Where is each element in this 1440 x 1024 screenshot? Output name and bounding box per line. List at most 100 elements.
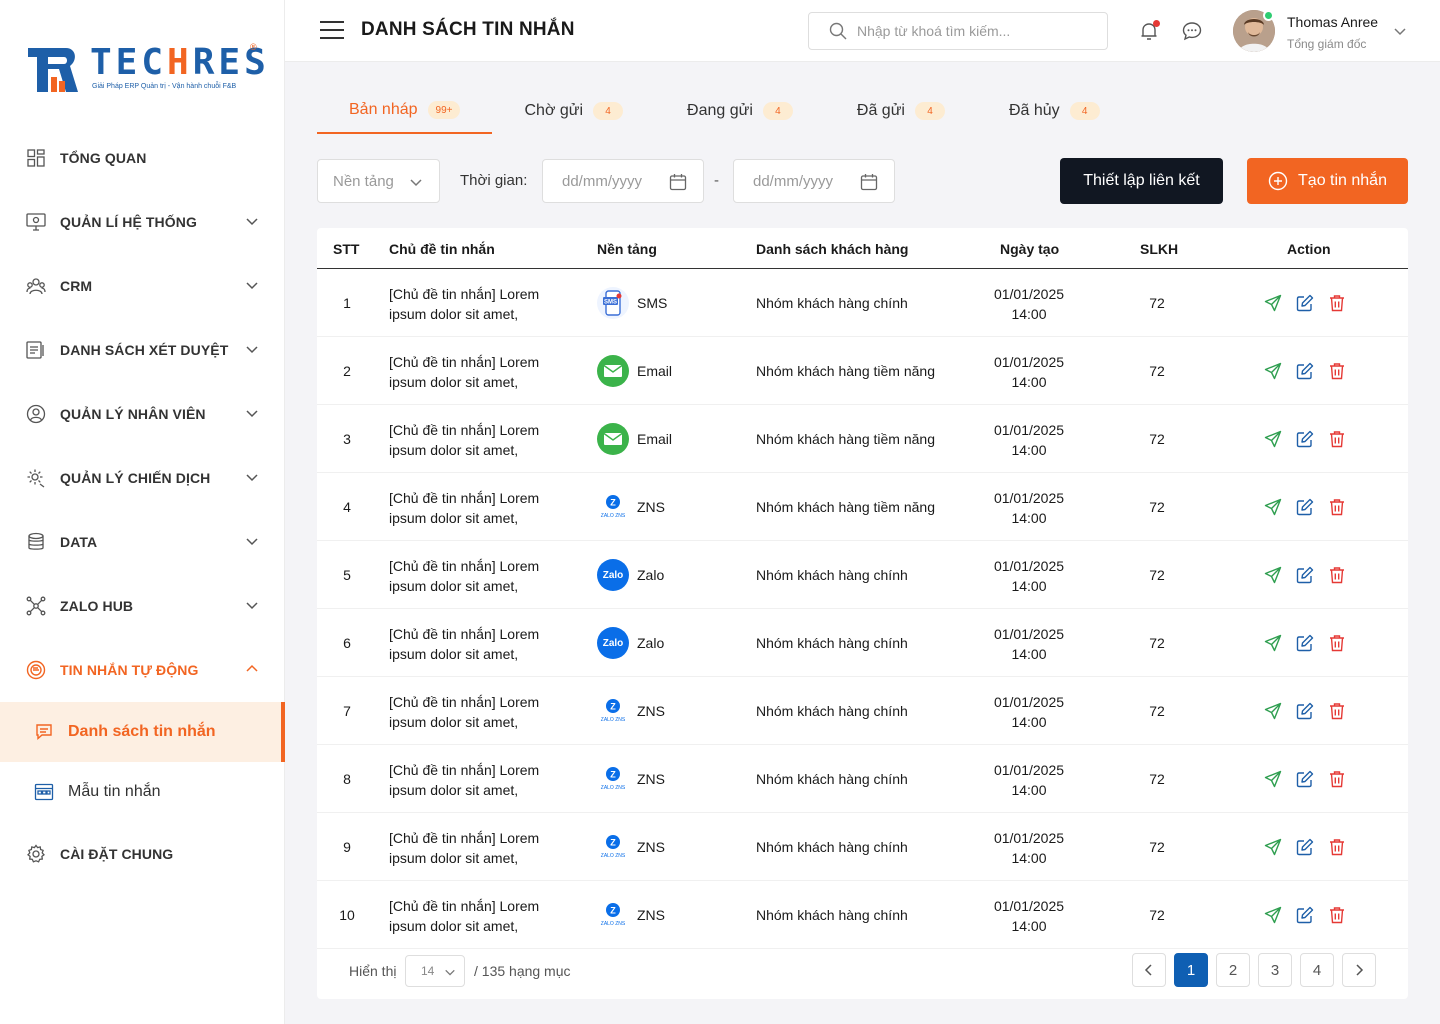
setup-link-button[interactable]: Thiết lập liên kết (1060, 158, 1223, 204)
search-input[interactable] (857, 23, 1087, 39)
date-from-input[interactable] (562, 172, 662, 190)
chevron-down-icon[interactable] (1393, 24, 1407, 38)
search-box[interactable] (808, 12, 1108, 50)
tab-pending[interactable]: Chờ gửi 4 (492, 88, 655, 134)
row-subject: [Chủ đề tin nhắn] Lorem ipsum dolor sit a… (389, 896, 569, 936)
delete-icon[interactable] (1327, 633, 1347, 653)
row-time: 14:00 (1011, 306, 1047, 322)
table-row[interactable]: 6 [Chủ đề tin nhắn] Lorem ipsum dolor sit … (317, 609, 1408, 677)
database-icon (26, 532, 46, 552)
row-date: 01/01/2025 (993, 898, 1065, 914)
delete-icon[interactable] (1327, 293, 1347, 313)
edit-icon[interactable] (1295, 769, 1315, 789)
delete-icon[interactable] (1327, 769, 1347, 789)
row-created-date: 01/01/2025 14:00 (979, 760, 1079, 800)
sidebar-item-overview[interactable]: TỔNG QUAN (0, 126, 285, 190)
tab-sending[interactable]: Đang gửi 4 (655, 88, 825, 134)
send-icon[interactable] (1263, 497, 1283, 517)
edit-icon[interactable] (1295, 293, 1315, 313)
date-to-field[interactable] (733, 159, 895, 203)
row-actions (1263, 361, 1359, 381)
delete-icon[interactable] (1327, 701, 1347, 721)
notification-bell-icon[interactable] (1137, 19, 1161, 43)
sidebar-item-campaign[interactable]: QUẢN LÝ CHIẾN DỊCH (0, 446, 285, 510)
send-icon[interactable] (1263, 293, 1283, 313)
table-row[interactable]: 4 [Chủ đề tin nhắn] Lorem ipsum dolor sit … (317, 473, 1408, 541)
page-size-select[interactable]: 14 (405, 955, 465, 987)
row-slkh: 72 (1149, 839, 1165, 855)
prev-page-button[interactable] (1132, 953, 1166, 987)
tab-draft[interactable]: Bản nháp 99+ (317, 88, 493, 134)
sidebar-subitem-message-template[interactable]: Mẫu tin nhắn (0, 762, 285, 822)
sidebar-item-crm[interactable]: CRM (0, 254, 285, 318)
send-icon[interactable] (1263, 701, 1283, 721)
sidebar-item-employees[interactable]: QUẢN LÝ NHÂN VIÊN (0, 382, 285, 446)
platform-select[interactable]: Nền tảng (317, 159, 440, 203)
row-created-date: 01/01/2025 14:00 (979, 284, 1079, 324)
delete-icon[interactable] (1327, 565, 1347, 585)
delete-icon[interactable] (1327, 837, 1347, 857)
page-button-2[interactable]: 2 (1216, 953, 1250, 987)
page-button-4[interactable]: 4 (1300, 953, 1334, 987)
send-icon[interactable] (1263, 837, 1283, 857)
sidebar-item-system[interactable]: QUẢN LÍ HỆ THỐNG (0, 190, 285, 254)
send-icon[interactable] (1263, 361, 1283, 381)
table-row[interactable]: 3 [Chủ đề tin nhắn] Lorem ipsum dolor sit … (317, 405, 1408, 473)
table-row[interactable]: 10 [Chủ đề tin nhắn] Lorem ipsum dolor sit… (317, 881, 1408, 949)
edit-icon[interactable] (1295, 497, 1315, 517)
date-to-input[interactable] (753, 172, 853, 190)
delete-icon[interactable] (1327, 905, 1347, 925)
table-row[interactable]: 2 [Chủ đề tin nhắn] Lorem ipsum dolor sit … (317, 337, 1408, 405)
next-page-button[interactable] (1342, 953, 1376, 987)
table-row[interactable]: 7 [Chủ đề tin nhắn] Lorem ipsum dolor sit … (317, 677, 1408, 745)
sidebar-item-label: QUẢN LÍ HỆ THỐNG (60, 214, 197, 230)
row-platform: Z ZALO ZNS ZNS (597, 491, 665, 523)
delete-icon[interactable] (1327, 497, 1347, 517)
menu-toggle-icon[interactable] (320, 21, 344, 41)
table-row[interactable]: 1 [Chủ đề tin nhắn] Lorem ipsum dolor sit … (317, 269, 1408, 337)
date-from-field[interactable] (542, 159, 704, 203)
row-platform: Zalo Zalo (597, 559, 664, 591)
page-button-1[interactable]: 1 (1174, 953, 1208, 987)
tab-cancelled[interactable]: Đã hủy 4 (977, 88, 1132, 134)
delete-icon[interactable] (1327, 361, 1347, 381)
sidebar-subitem-message-list[interactable]: Danh sách tin nhắn (0, 702, 285, 762)
table-row[interactable]: 5 [Chủ đề tin nhắn] Lorem ipsum dolor sit … (317, 541, 1408, 609)
edit-icon[interactable] (1295, 429, 1315, 449)
sidebar-item-data[interactable]: DATA (0, 510, 285, 574)
edit-icon[interactable] (1295, 837, 1315, 857)
send-icon[interactable] (1263, 905, 1283, 925)
row-created-date: 01/01/2025 14:00 (979, 896, 1079, 936)
column-header-stt: STT (333, 241, 360, 257)
sidebar-item-settings[interactable]: CÀI ĐẶT CHUNG (0, 822, 285, 886)
sidebar-item-zalo-hub[interactable]: ZALO HUB (0, 574, 285, 638)
row-stt: 3 (343, 431, 351, 447)
row-time: 14:00 (1011, 510, 1047, 526)
edit-icon[interactable] (1295, 633, 1315, 653)
row-date: 01/01/2025 (993, 626, 1065, 642)
table-row[interactable]: 8 [Chủ đề tin nhắn] Lorem ipsum dolor sit … (317, 745, 1408, 813)
create-message-button[interactable]: Tạo tin nhắn (1247, 158, 1408, 204)
tab-label: Đã gửi (856, 102, 905, 119)
edit-icon[interactable] (1295, 361, 1315, 381)
sidebar-item-approval[interactable]: DANH SÁCH XÉT DUYỆT (0, 318, 285, 382)
table-body: 1 [Chủ đề tin nhắn] Lorem ipsum dolor sit … (317, 269, 1408, 949)
tab-sent[interactable]: Đã gửi 4 (825, 88, 977, 134)
page-button-3[interactable]: 3 (1258, 953, 1292, 987)
techres-logo[interactable]: TECHRES ® Giải Pháp ERP Quản trị - Vận h… (26, 40, 266, 100)
sidebar-item-label: QUẢN LÝ NHÂN VIÊN (60, 406, 206, 422)
send-icon[interactable] (1263, 429, 1283, 449)
table-row[interactable]: 9 [Chủ đề tin nhắn] Lorem ipsum dolor sit … (317, 813, 1408, 881)
delete-icon[interactable] (1327, 429, 1347, 449)
send-icon[interactable] (1263, 769, 1283, 789)
send-icon[interactable] (1263, 565, 1283, 585)
sidebar-item-auto-message[interactable]: TIN NHẮN TỰ ĐỘNG (0, 638, 285, 702)
edit-icon[interactable] (1295, 905, 1315, 925)
calendar-icon (860, 174, 878, 191)
row-time: 14:00 (1011, 646, 1047, 662)
online-status-dot (1263, 10, 1274, 21)
chat-icon[interactable] (1180, 19, 1204, 43)
send-icon[interactable] (1263, 633, 1283, 653)
edit-icon[interactable] (1295, 565, 1315, 585)
edit-icon[interactable] (1295, 701, 1315, 721)
